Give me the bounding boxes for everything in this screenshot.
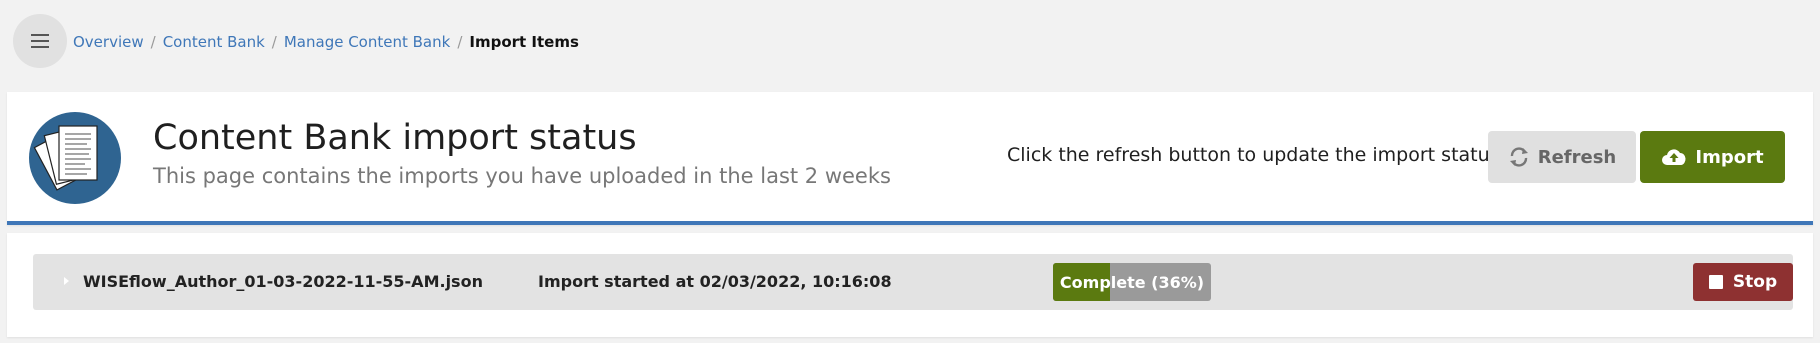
import-filename: WISEflow_Author_01-03-2022-11-55-AM.json (83, 272, 483, 291)
import-status-header: Content Bank import status This page con… (7, 92, 1813, 225)
imports-list: WISEflow_Author_01-03-2022-11-55-AM.json… (7, 233, 1813, 337)
stop-label: Stop (1732, 272, 1778, 292)
stop-import-button[interactable]: Stop (1693, 263, 1793, 301)
breadcrumb: Overview / Content Bank / Manage Content… (73, 31, 579, 53)
breadcrumb-separator: / (457, 33, 463, 51)
stop-square-icon (1708, 275, 1723, 289)
documents-logo (29, 112, 121, 204)
refresh-hint: Click the refresh button to update the i… (1007, 144, 1500, 166)
top-bar: Overview / Content Bank / Manage Content… (0, 0, 1820, 84)
breadcrumb-current: Import Items (469, 33, 579, 51)
sync-arrows-icon (1509, 147, 1528, 167)
page-title: Content Bank import status (153, 118, 637, 158)
menu-button[interactable] (13, 14, 67, 68)
breadcrumb-overview-link[interactable]: Overview (73, 33, 144, 51)
caret-right-icon[interactable] (63, 276, 70, 286)
import-progress-label: Complete (36%) (1059, 272, 1205, 292)
breadcrumb-manage-content-bank-link[interactable]: Manage Content Bank (284, 33, 450, 51)
import-progress-bar: Complete (36%) (1053, 263, 1211, 301)
refresh-button[interactable]: Refresh (1488, 131, 1636, 183)
import-started-time: Import started at 02/03/2022, 10:16:08 (538, 272, 892, 291)
refresh-label: Refresh (1537, 146, 1617, 168)
hamburger-menu-icon (31, 34, 49, 48)
cloud-upload-icon (1662, 149, 1686, 165)
breadcrumb-content-bank-link[interactable]: Content Bank (163, 33, 265, 51)
breadcrumb-separator: / (150, 33, 156, 51)
import-row[interactable]: WISEflow_Author_01-03-2022-11-55-AM.json… (33, 254, 1793, 310)
import-label: Import (1695, 146, 1764, 168)
page-subtitle: This page contains the imports you have … (153, 164, 891, 188)
import-button[interactable]: Import (1640, 131, 1785, 183)
breadcrumb-separator: / (271, 33, 277, 51)
